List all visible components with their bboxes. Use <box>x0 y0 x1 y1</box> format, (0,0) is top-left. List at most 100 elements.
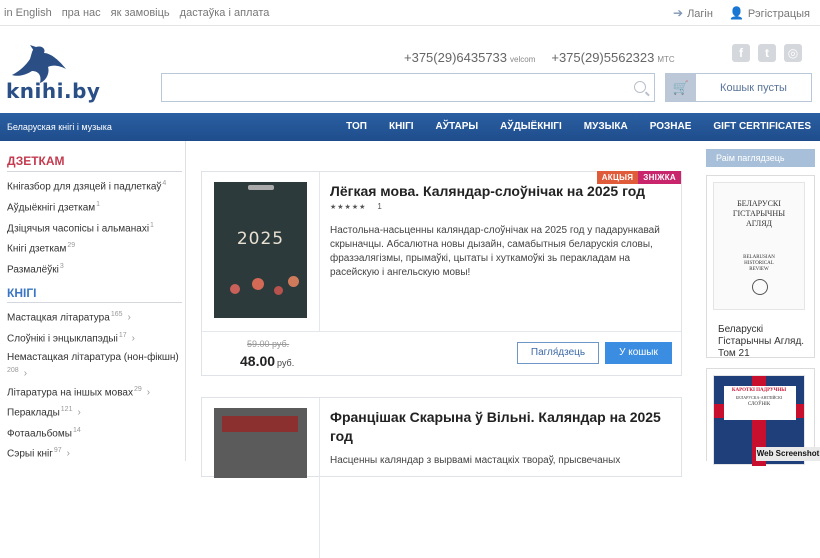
rating: ★★★★★ 1 <box>330 202 383 211</box>
sidebar-item-label: Сэрыі кніг <box>7 448 53 459</box>
book-caption: Беларускі Гістарычны Агляд. Том 21 <box>718 324 804 360</box>
chevron-right-icon: › <box>24 368 27 379</box>
item-count: 29 <box>134 386 142 393</box>
register-label: Рэгістрацыя <box>748 8 810 20</box>
sidebar-section-kids-title[interactable]: ДЗЕТКАМ <box>7 154 65 168</box>
facebook-icon[interactable]: f <box>732 44 750 62</box>
watermark: Web Screenshot <box>756 447 820 461</box>
price-currency: руб. <box>277 358 294 368</box>
star-icons: ★★★★★ <box>330 204 366 211</box>
cover-title-line: СЛОЎНІК <box>714 402 804 408</box>
item-count: 1 <box>96 201 100 208</box>
item-count: 97 <box>54 447 62 454</box>
sidebar-item-label: Кнігазбор для дзяцей і падлеткаў <box>7 181 161 192</box>
sidebar-item-kids-magazines[interactable]: Дзіцячыя часопісы і альманахі1 <box>7 222 154 234</box>
nav-item-authors[interactable]: АЎТАРЫ <box>436 121 479 132</box>
nav-item-top[interactable]: ТОП <box>346 121 367 132</box>
emblem-icon <box>752 279 768 295</box>
link-how-to-order[interactable]: як замовіць <box>111 7 170 19</box>
cover-subtitle-line: REVIEW <box>714 267 804 273</box>
flower-icon <box>288 276 299 287</box>
phone-velcom[interactable]: +375(29)6435733velcom <box>404 50 535 65</box>
price-value: 48.00 <box>240 353 275 369</box>
sidebar-item-coloring[interactable]: Размалёўкі3 <box>7 263 64 275</box>
product-description: Настольна-насьценны каляндар-слоўнічак н… <box>330 224 670 280</box>
login-link[interactable]: ➔Лагін <box>673 6 713 20</box>
flower-icon <box>274 286 283 295</box>
login-label: Лагін <box>687 8 713 20</box>
header: knihi.by +375(29)6435733velcom +375(29)5… <box>0 27 820 113</box>
cover-title-line: КАРОТКІ ПАДРУЧНЫ <box>714 388 804 394</box>
sidebar-item-book-series[interactable]: Сэрыі кніг97 › <box>7 447 70 459</box>
add-user-icon: 👤 <box>729 6 744 20</box>
product-cover[interactable] <box>214 408 307 478</box>
nav-item-audiobooks[interactable]: АЎДЫЁКНІГІ <box>500 121 562 132</box>
chevron-right-icon: › <box>132 333 135 344</box>
chevron-right-icon: › <box>128 312 131 323</box>
add-to-cart-button[interactable]: У кошык <box>605 342 672 364</box>
item-count: 3 <box>60 263 64 270</box>
sidebar-item-label: Размалёўкі <box>7 264 59 275</box>
nav-item-books[interactable]: КНІГІ <box>389 121 414 132</box>
sidebar-item-dictionaries[interactable]: Слоўнікі і энцыклапэдыі17› <box>7 332 135 344</box>
cart-label: Кошык пусты <box>696 82 811 94</box>
item-count: 29 <box>67 242 75 249</box>
top-links: in English пра нас як замовіць дастаўка … <box>4 7 269 19</box>
product-cover[interactable]: 2025 <box>214 182 307 318</box>
product-card: Францішак Скарына ў Вільні. Каляндар на … <box>201 397 682 477</box>
sidebar-item-label: Дзіцячыя часопісы і альманахі <box>7 223 149 234</box>
recommend-header: Раім паглядзець <box>706 149 815 167</box>
sidebar-item-kids-collection[interactable]: Кнігазбор для дзяцей і падлеткаў4 <box>7 180 166 192</box>
cover-title-line: БЕЛАРУСКА-АНГЛІЙСКІ <box>714 395 804 400</box>
instagram-icon[interactable]: ◎ <box>784 44 802 62</box>
product-title[interactable]: Лёгкая мова. Каляндар-слоўнічак на 2025 … <box>330 182 645 201</box>
divider <box>319 172 320 332</box>
link-about[interactable]: пра нас <box>62 7 101 19</box>
caption-line: Гістарычны Агляд. <box>718 336 804 347</box>
caption-line: Том 21 <box>718 348 750 359</box>
view-button[interactable]: Пагля́дзець <box>517 342 599 364</box>
flower-icon <box>252 278 264 290</box>
sidebar-item-kids-audiobooks[interactable]: Аўдыёкнігі дзеткам1 <box>7 201 100 213</box>
item-count: 14 <box>73 427 81 434</box>
phone-mts[interactable]: +375(29)5562323МТС <box>551 50 674 65</box>
sidebar-section-books-title[interactable]: КНІГІ <box>7 286 36 300</box>
nav-tagline: Беларуская кнігі і музыка <box>7 122 112 132</box>
chevron-right-icon: › <box>77 407 80 418</box>
book-cover: БЕЛАРУСКІ ГІСТАРЫЧНЫ АГЛЯД BELARUSIAN HI… <box>713 182 805 310</box>
chevron-right-icon: › <box>147 387 150 398</box>
search-box <box>161 73 655 102</box>
top-bar: in English пра нас як замовіць дастаўка … <box>0 0 820 26</box>
price-area: 59.00 руб. 48.00руб. Пагля́дзець У кошык <box>202 331 681 375</box>
sidebar-item-kids-books[interactable]: Кнігі дзеткам29 <box>7 242 75 254</box>
cart-widget[interactable]: 🛒 Кошык пусты <box>665 73 812 102</box>
nav-item-misc[interactable]: РОЗНАЕ <box>650 121 692 132</box>
search-input[interactable] <box>162 74 654 101</box>
title-line: Францішак Скарына ў Вільні. Каляндар на … <box>330 409 661 425</box>
flower-icon <box>230 284 240 294</box>
link-english[interactable]: in English <box>4 7 52 19</box>
divider <box>319 398 320 558</box>
search-icon[interactable] <box>634 81 646 93</box>
sidebar-item-foreign-language[interactable]: Літаратура на іншых мовах29› <box>7 386 150 398</box>
site-logo[interactable]: knihi.by <box>6 43 96 103</box>
recommended-book[interactable]: БЕЛАРУСКІ ГІСТАРЫЧНЫ АГЛЯД BELARUSIAN HI… <box>706 175 815 358</box>
product-title[interactable]: Францішак Скарына ў Вільні. Каляндар на … <box>330 408 661 446</box>
cover-title-line: ГІСТАРЫЧНЫ <box>714 209 804 218</box>
sidebar-item-translations[interactable]: Пераклады121› <box>7 406 81 418</box>
item-count: 121 <box>61 406 73 413</box>
sidebar-item-fiction[interactable]: Мастацкая літаратура165› <box>7 311 131 323</box>
nav-item-gift-certificates[interactable]: GIFT CERTIFICATES <box>713 121 811 132</box>
divider <box>7 171 182 172</box>
link-delivery-payment[interactable]: дастаўка і аплата <box>180 7 270 19</box>
sidebar-item-nonfiction[interactable]: Немастацкая літаратура (нон-фікшн)208› <box>7 351 179 380</box>
twitter-icon[interactable]: t <box>758 44 776 62</box>
sidebar-item-label: Фотаальбомы <box>7 428 72 439</box>
item-count: 1 <box>150 222 154 229</box>
register-link[interactable]: 👤 Рэгістрацыя <box>729 6 810 20</box>
chevron-right-icon: › <box>67 448 70 459</box>
sidebar-item-photo-albums[interactable]: Фотаальбомы14 <box>7 427 81 439</box>
nav-item-music[interactable]: МУЗЫКА <box>584 121 628 132</box>
divider <box>7 302 182 303</box>
product-card: АКЦЫЯ ЗНІЖКА 2025 Лёгкая мова. Каляндар-… <box>201 171 682 376</box>
